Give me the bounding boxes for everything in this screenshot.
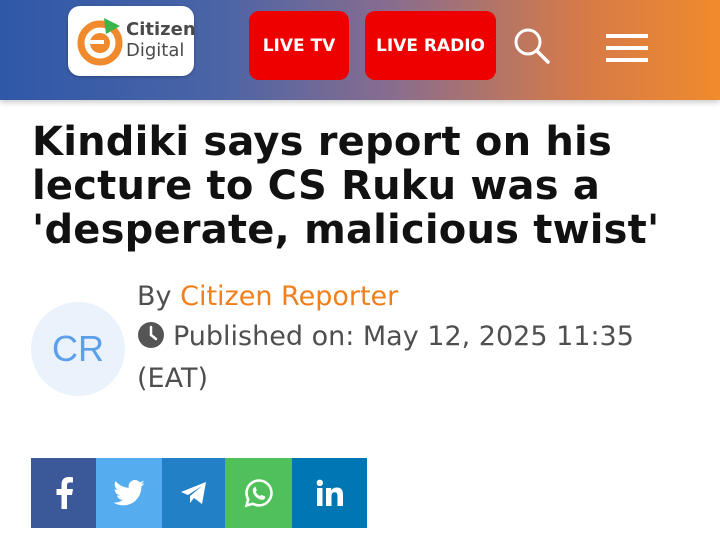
article-headline: Kindiki says report on his lecture to CS…	[32, 119, 660, 253]
facebook-icon	[56, 477, 73, 509]
twitter-share-button[interactable]	[96, 458, 162, 528]
share-bar	[31, 458, 367, 528]
byline: By Citizen Reporter	[137, 278, 697, 316]
article-meta: By Citizen Reporter Published on: May 12…	[137, 278, 697, 400]
facebook-share-button[interactable]	[31, 458, 96, 528]
whatsapp-icon	[244, 479, 273, 508]
live-radio-button[interactable]: LIVE RADIO	[365, 11, 496, 80]
published-date: Published on: May 12, 2025 11:35 (EAT)	[137, 316, 697, 400]
hamburger-menu-icon[interactable]	[604, 32, 650, 64]
author-avatar: CR	[31, 302, 125, 396]
published-label: Published on: May 12, 2025 11:35 (EAT)	[137, 321, 634, 394]
twitter-icon	[113, 480, 145, 506]
linkedin-share-button[interactable]	[292, 458, 367, 528]
citizen-logo-icon	[77, 18, 123, 66]
telegram-share-button[interactable]	[162, 458, 225, 528]
whatsapp-share-button[interactable]	[225, 458, 292, 528]
logo-line-2: Digital	[126, 40, 185, 61]
author-link[interactable]: Citizen Reporter	[180, 281, 398, 312]
site-logo[interactable]: Citizen Digital	[68, 6, 196, 76]
logo-text: Citizen Digital	[126, 19, 196, 61]
by-prefix: By	[137, 281, 172, 312]
site-header: Citizen Digital LIVE TV LIVE RADIO	[0, 0, 720, 100]
logo-line-1: Citizen	[126, 19, 196, 40]
live-tv-button[interactable]: LIVE TV	[249, 11, 349, 80]
linkedin-icon	[316, 479, 343, 506]
telegram-icon	[180, 482, 206, 504]
search-icon[interactable]	[512, 26, 552, 66]
clock-icon	[138, 322, 164, 348]
